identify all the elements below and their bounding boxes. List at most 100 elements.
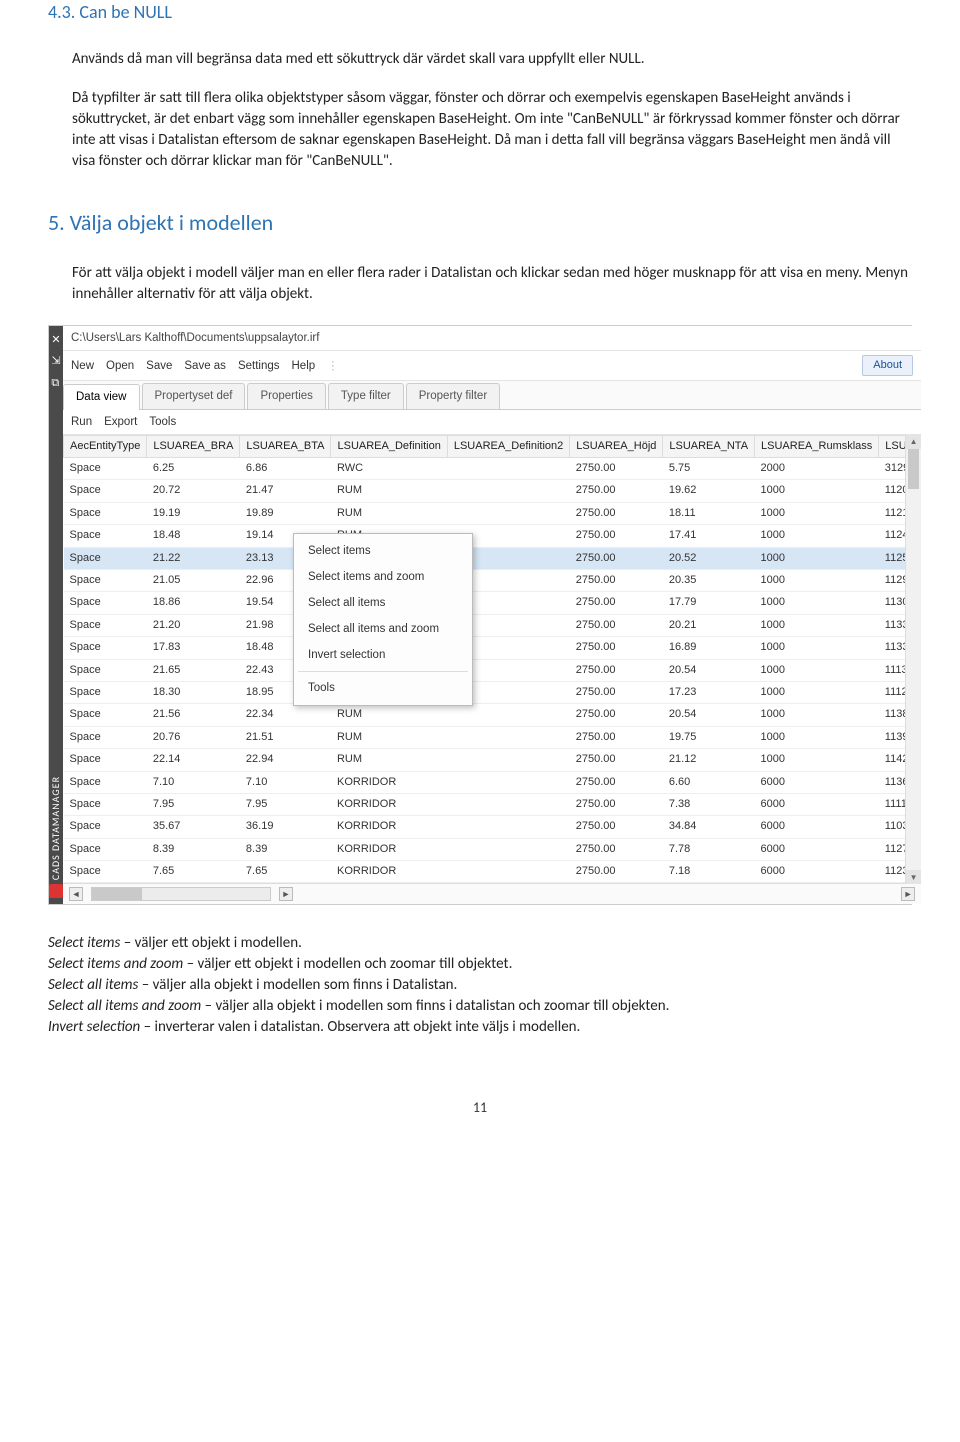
table-row[interactable]: Space21.5622.34RUM2750.0020.5410001138	[64, 704, 921, 726]
cell: 6.25	[147, 458, 240, 480]
cell: RUM	[331, 480, 447, 502]
cell	[447, 726, 569, 748]
scroll-thumb[interactable]	[908, 449, 919, 489]
scroll-left-icon[interactable]: ◄	[69, 887, 83, 901]
grip-icon: ⋮	[327, 358, 339, 374]
menu-save-as[interactable]: Save as	[184, 358, 226, 374]
hscroll-thumb[interactable]	[92, 888, 142, 900]
cell: 19.19	[147, 502, 240, 524]
def-select-all-zoom: – väljer alla objekt i modellen som finn…	[201, 997, 669, 1015]
cell: 2750.00	[570, 681, 663, 703]
cell: 2750.00	[570, 480, 663, 502]
cell: 20.76	[147, 726, 240, 748]
cell: 21.22	[147, 547, 240, 569]
cell: 1000	[755, 525, 879, 547]
scroll-down-icon[interactable]: ▼	[906, 870, 921, 884]
cell: KORRIDOR	[331, 861, 447, 883]
cell: 7.10	[147, 771, 240, 793]
table-row[interactable]: Space20.7221.47RUM2750.0019.6210001120	[64, 480, 921, 502]
cell: 21.20	[147, 614, 240, 636]
column-header[interactable]: LSUAREA_BTA	[240, 435, 331, 457]
cm-tools[interactable]: Tools	[294, 675, 472, 701]
column-header[interactable]: LSUAREA_Definition	[331, 435, 447, 457]
menu-save[interactable]: Save	[146, 358, 172, 374]
cell: Space	[64, 793, 147, 815]
tab-property-filter[interactable]: Property filter	[406, 383, 500, 408]
cell: 1000	[755, 749, 879, 771]
tab-data-view[interactable]: Data view	[63, 384, 140, 409]
menu-open[interactable]: Open	[106, 358, 134, 374]
table-row[interactable]: Space21.0522.962750.0020.3510001129	[64, 570, 921, 592]
table-row[interactable]: Space6.256.86RWC2750.005.7520003129	[64, 458, 921, 480]
table-row[interactable]: Space18.4819.14RUM2750.0017.4110001124	[64, 525, 921, 547]
cell: 17.79	[663, 592, 755, 614]
column-header[interactable]: LSUAREA_Höjd	[570, 435, 663, 457]
cm-select-all-zoom[interactable]: Select all items and zoom	[294, 616, 472, 642]
cell: 1000	[755, 570, 879, 592]
tool-run[interactable]: Run	[71, 414, 92, 430]
column-header[interactable]: LSUAREA_NTA	[663, 435, 755, 457]
table-row[interactable]: Space17.8318.482750.0016.8910001133	[64, 637, 921, 659]
table-row[interactable]: Space7.957.95KORRIDOR2750.007.3860001111	[64, 793, 921, 815]
cell: 20.21	[663, 614, 755, 636]
column-header[interactable]: AecEntityType	[64, 435, 147, 457]
cell: 7.18	[663, 861, 755, 883]
cm-select-items[interactable]: Select items	[294, 538, 472, 564]
cell: 20.54	[663, 659, 755, 681]
cell	[447, 458, 569, 480]
cm-invert[interactable]: Invert selection	[294, 642, 472, 668]
table-row[interactable]: Space35.6736.19KORRIDOR2750.0034.8460001…	[64, 816, 921, 838]
scroll-up-icon[interactable]: ▲	[906, 435, 921, 449]
scroll-right-end-icon[interactable]: ►	[901, 887, 915, 901]
para-4-3-body: Då typfilter är satt till flera olika ob…	[72, 88, 912, 172]
tab-propertyset-def[interactable]: Propertyset def	[142, 383, 246, 408]
cm-select-items-zoom[interactable]: Select items and zoom	[294, 564, 472, 590]
table-row[interactable]: Space21.6522.432750.0020.5410001113	[64, 659, 921, 681]
tab-type-filter[interactable]: Type filter	[328, 383, 404, 408]
cell: 17.23	[663, 681, 755, 703]
def-invert: – inverterar valen i datalistan. Observe…	[140, 1018, 580, 1036]
close-icon[interactable]: ✕	[51, 332, 60, 347]
column-header[interactable]: LSUAREA_Rumsklass	[755, 435, 879, 457]
app-logo-icon	[49, 884, 63, 898]
table-row[interactable]: Space7.107.10KORRIDOR2750.006.6060001136	[64, 771, 921, 793]
table-row[interactable]: Space22.1422.94RUM2750.0021.1210001142	[64, 749, 921, 771]
scroll-right-icon[interactable]: ►	[279, 887, 293, 901]
menu-settings[interactable]: Settings	[238, 358, 280, 374]
cell: Space	[64, 637, 147, 659]
data-toolbar: Run Export Tools	[63, 410, 921, 435]
table-row[interactable]: Space20.7621.51RUM2750.0019.7510001139	[64, 726, 921, 748]
cell: Space	[64, 681, 147, 703]
cell: 21.05	[147, 570, 240, 592]
cm-select-all[interactable]: Select all items	[294, 590, 472, 616]
table-row[interactable]: Space21.2223.132750.0020.5210001125	[64, 547, 921, 569]
data-grid[interactable]: AecEntityTypeLSUAREA_BRALSUAREA_BTALSUAR…	[63, 435, 921, 884]
table-row[interactable]: Space8.398.39KORRIDOR2750.007.7860001127	[64, 838, 921, 860]
cell: 17.83	[147, 637, 240, 659]
tab-properties[interactable]: Properties	[247, 383, 325, 408]
horizontal-scrollbar[interactable]: ◄ ► ►	[63, 883, 921, 904]
vertical-scrollbar[interactable]: ▲ ▼	[905, 435, 921, 885]
tool-tools[interactable]: Tools	[149, 414, 176, 430]
table-row[interactable]: Space21.2021.982750.0020.2110001133	[64, 614, 921, 636]
cell: Space	[64, 816, 147, 838]
menu-help[interactable]: Help	[292, 358, 316, 374]
cell: 2000	[755, 458, 879, 480]
table-row[interactable]: Space19.1919.89RUM2750.0018.1110001121	[64, 502, 921, 524]
tool-export[interactable]: Export	[104, 414, 137, 430]
about-button[interactable]: About	[862, 355, 913, 376]
cell: 1000	[755, 547, 879, 569]
snap-icon[interactable]: ⧉	[51, 375, 60, 390]
cell: RUM	[331, 704, 447, 726]
column-header[interactable]: LSUAREA_BRA	[147, 435, 240, 457]
cell: Space	[64, 458, 147, 480]
cell: 2750.00	[570, 726, 663, 748]
column-header[interactable]: LSUAREA_Definition2	[447, 435, 569, 457]
table-row[interactable]: Space7.657.65KORRIDOR2750.007.1860001123	[64, 861, 921, 883]
table-row[interactable]: Space18.3018.952750.0017.2310001112	[64, 681, 921, 703]
menu-new[interactable]: New	[71, 358, 94, 374]
table-row[interactable]: Space18.8619.542750.0017.7910001130	[64, 592, 921, 614]
cell: Space	[64, 659, 147, 681]
pin-icon[interactable]: ⇲	[51, 353, 60, 368]
cell: 6.86	[240, 458, 331, 480]
